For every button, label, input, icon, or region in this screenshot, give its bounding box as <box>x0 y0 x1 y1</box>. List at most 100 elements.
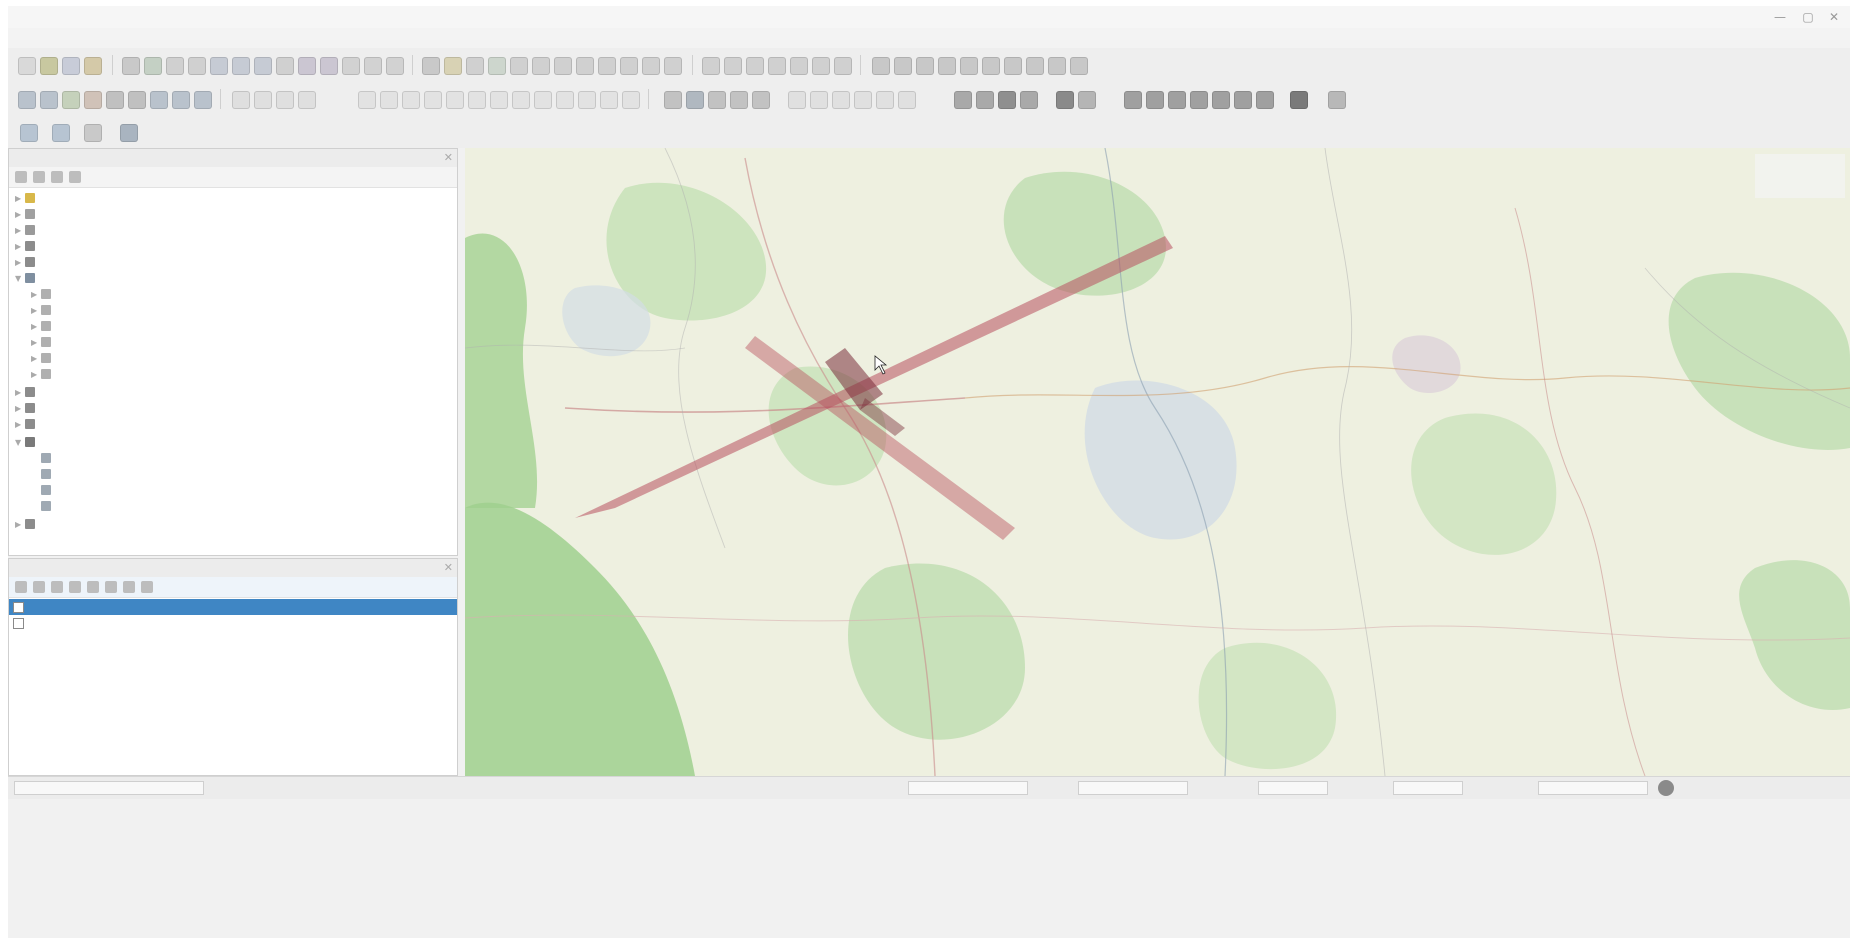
map-canvas[interactable] <box>465 148 1850 776</box>
temporal-controller-icon[interactable] <box>364 57 382 75</box>
minimize-icon[interactable]: — <box>1768 8 1792 26</box>
bookmark-icon[interactable] <box>642 57 660 75</box>
digitize-tool-icon[interactable] <box>1168 91 1186 109</box>
refresh-icon[interactable] <box>15 171 27 183</box>
zoom-next-icon[interactable] <box>320 57 338 75</box>
annotation-icon[interactable] <box>598 57 616 75</box>
maximize-icon[interactable]: ▢ <box>1796 8 1820 26</box>
save-project-icon[interactable] <box>62 57 80 75</box>
zoom-to-layer-icon[interactable] <box>254 57 272 75</box>
plugin-icon[interactable] <box>768 57 786 75</box>
deselect-icon[interactable] <box>466 57 484 75</box>
topology-icon[interactable] <box>708 91 726 109</box>
tree-item-wms[interactable]: ▶ <box>9 417 457 433</box>
tree-item-wfs[interactable]: ▶ <box>9 517 457 533</box>
add-feature-icon[interactable] <box>938 57 956 75</box>
rotation-field[interactable] <box>1393 781 1463 795</box>
digitize-shape-icon[interactable] <box>424 91 442 109</box>
digitize-shape-icon[interactable] <box>468 91 486 109</box>
digitize-shape-icon[interactable] <box>490 91 508 109</box>
zoom-full-icon[interactable] <box>210 57 228 75</box>
new-project-icon[interactable] <box>18 57 36 75</box>
crs-button[interactable] <box>1538 781 1648 795</box>
advanced-digitizing-icon[interactable] <box>854 91 872 109</box>
tool-icon[interactable] <box>20 124 38 142</box>
zoom-in-icon[interactable] <box>166 57 184 75</box>
measure-icon[interactable] <box>576 57 594 75</box>
locator-search-input[interactable] <box>14 781 204 795</box>
digitize-tool-icon[interactable] <box>1124 91 1142 109</box>
layer-row-selected[interactable] <box>9 599 457 615</box>
scale-field[interactable] <box>1078 781 1188 795</box>
field-calculator-icon[interactable] <box>488 57 506 75</box>
open-layer-styling-icon[interactable] <box>15 581 27 593</box>
cut-icon[interactable] <box>1004 57 1022 75</box>
tree-item-connection[interactable]: ▶ <box>9 367 457 383</box>
tree-item-tile-source[interactable] <box>9 483 457 499</box>
close-icon[interactable]: ✕ <box>444 559 453 577</box>
digitize-tool-icon[interactable] <box>1212 91 1230 109</box>
new-map-view-icon[interactable] <box>342 57 360 75</box>
digitize-shape-icon[interactable] <box>578 91 596 109</box>
zoom-out-icon[interactable] <box>188 57 206 75</box>
digitize-shape-icon[interactable] <box>534 91 552 109</box>
collapse-all-icon[interactable] <box>123 581 135 593</box>
collapse-all-icon[interactable] <box>51 171 63 183</box>
add-delimited-text-icon[interactable] <box>128 91 146 109</box>
digitize-shape-icon[interactable] <box>402 91 420 109</box>
add-vector-layer-icon[interactable] <box>62 91 80 109</box>
plugin-icon[interactable] <box>834 57 852 75</box>
plugin-icon[interactable] <box>724 57 742 75</box>
cad-tool-icon[interactable] <box>976 91 994 109</box>
python-console-icon[interactable] <box>702 57 720 75</box>
digitize-shape-icon[interactable] <box>600 91 618 109</box>
map-tips-icon[interactable] <box>620 57 638 75</box>
tree-item-spatialite[interactable]: ▶ <box>9 255 457 271</box>
tree-item-connection[interactable]: ▶ <box>9 303 457 319</box>
plugin-icon[interactable] <box>790 57 808 75</box>
tree-item-favorites[interactable]: ▶ <box>9 191 457 207</box>
magnifier-field[interactable] <box>1258 781 1328 795</box>
cad-tool-icon[interactable] <box>998 91 1016 109</box>
add-mssql-icon[interactable] <box>194 91 212 109</box>
text-annotation-icon[interactable] <box>664 57 682 75</box>
digitize-shape-icon[interactable] <box>556 91 574 109</box>
tree-item-connection[interactable]: ▶ <box>9 335 457 351</box>
add-postgis-icon[interactable] <box>172 91 190 109</box>
select-features-icon[interactable] <box>444 57 462 75</box>
filter-by-expression-icon[interactable] <box>87 581 99 593</box>
advanced-digitizing-icon[interactable] <box>898 91 916 109</box>
toolbox-icon[interactable] <box>532 57 550 75</box>
draw-tool-icon[interactable] <box>1056 91 1074 109</box>
digitize-tool-icon[interactable] <box>1290 91 1308 109</box>
data-source-manager-icon[interactable] <box>18 91 36 109</box>
tree-item-connection[interactable]: ▶ <box>9 319 457 335</box>
digitize-tool-icon[interactable] <box>1146 91 1164 109</box>
advanced-digitizing-icon[interactable] <box>832 91 850 109</box>
manage-map-themes-icon[interactable] <box>51 581 63 593</box>
enable-properties-icon[interactable] <box>69 171 81 183</box>
add-spatialite-icon[interactable] <box>150 91 168 109</box>
add-raster-layer-icon[interactable] <box>84 91 102 109</box>
tool-icon[interactable] <box>52 124 70 142</box>
copy-icon[interactable] <box>1026 57 1044 75</box>
advanced-digitizing-icon[interactable] <box>876 91 894 109</box>
tracing-icon[interactable] <box>686 91 704 109</box>
digitize-shape-icon[interactable] <box>446 91 464 109</box>
tree-item-home[interactable]: ▶ <box>9 207 457 223</box>
pan-to-selection-icon[interactable] <box>144 57 162 75</box>
layer-row[interactable] <box>9 615 457 631</box>
print-layout-icon[interactable] <box>84 57 102 75</box>
filter-icon[interactable] <box>33 171 45 183</box>
digitize-tool-icon[interactable] <box>1234 91 1252 109</box>
close-icon[interactable]: ✕ <box>1822 8 1846 26</box>
tree-item-xyz-tiles[interactable]: ▼ <box>9 435 457 451</box>
digitize-tool-icon[interactable] <box>1328 91 1346 109</box>
add-mesh-layer-icon[interactable] <box>106 91 124 109</box>
digitize-shape-icon[interactable] <box>622 91 640 109</box>
tree-item-connection[interactable]: ▶ <box>9 351 457 367</box>
layer-visibility-checkbox[interactable] <box>13 602 24 613</box>
add-group-icon[interactable] <box>33 581 45 593</box>
digitize-shape-icon[interactable] <box>380 91 398 109</box>
identify-icon[interactable] <box>422 57 440 75</box>
